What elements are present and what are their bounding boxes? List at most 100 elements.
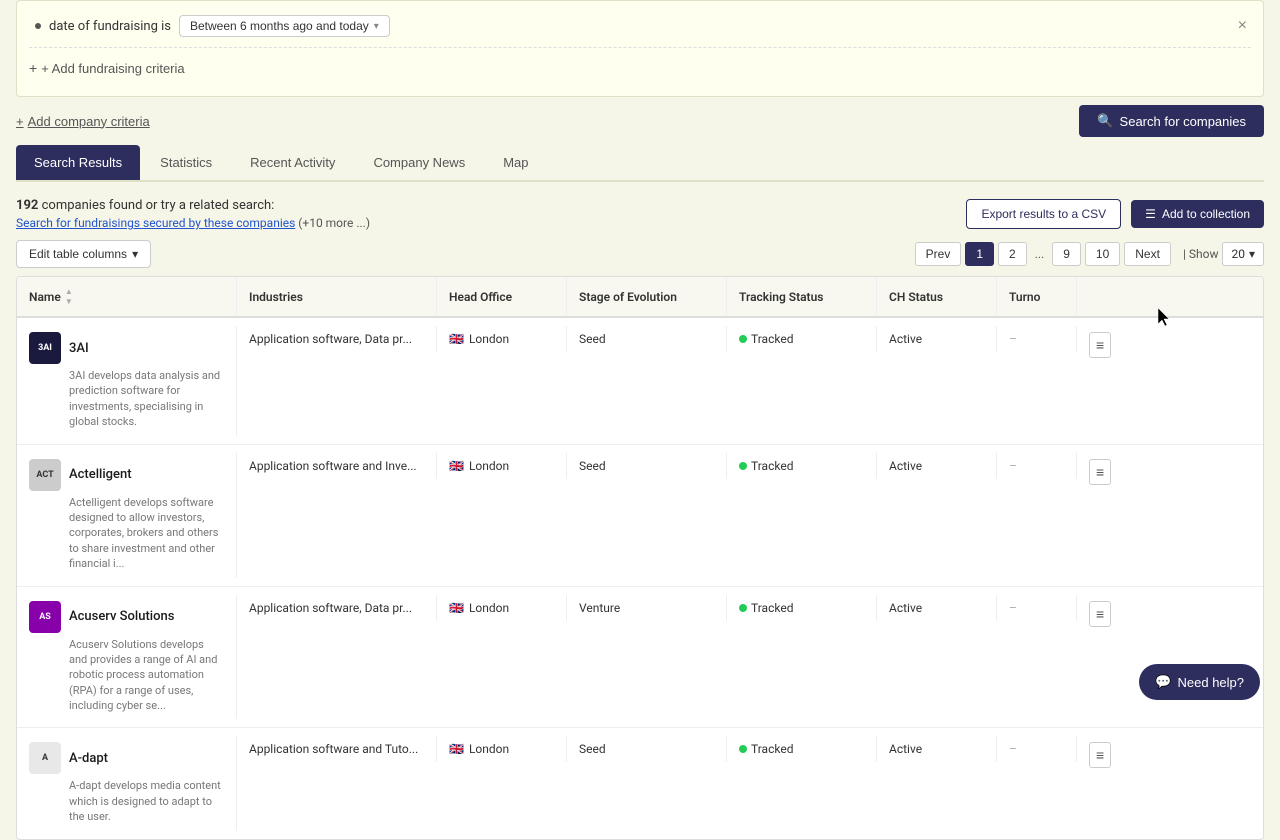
fundraisings-search-link[interactable]: Search for fundraisings secured by these… (16, 216, 295, 230)
column-ch-status: CH Status (877, 277, 997, 316)
filter-value-pill[interactable]: Between 6 months ago and today ▾ (179, 15, 390, 37)
company-ch-status-1: Active (877, 453, 997, 479)
results-subtext: Search for fundraisings secured by these… (16, 216, 370, 230)
company-actions-1: ≡ (1077, 453, 1117, 491)
company-description-2: Acuserv Solutions develops and provides … (29, 637, 224, 714)
tracking-label-0: Tracked (751, 332, 793, 346)
table-row-0[interactable]: 3AI 3AI 3AI develops data analysis and p… (17, 318, 1263, 444)
row-actions-button-1[interactable]: ≡ (1089, 459, 1111, 485)
tab-search-results[interactable]: Search Results (16, 145, 140, 180)
company-name-text-3: A-dapt (69, 751, 108, 766)
row-actions-button-0[interactable]: ≡ (1089, 332, 1111, 358)
column-head-office-label: Head Office (449, 290, 512, 304)
table-row: 3AI 3AI 3AI develops data analysis and p… (17, 318, 1263, 445)
company-location-2: 🇬🇧 London (437, 595, 567, 621)
column-turnover-label: Turno (1009, 290, 1040, 304)
flag-icon-0: 🇬🇧 (449, 332, 464, 346)
tracking-label-3: Tracked (751, 742, 793, 756)
collection-icon: ☰ (1145, 207, 1156, 221)
show-label: | Show (1183, 247, 1219, 261)
add-fundraising-button[interactable]: + + Add fundraising criteria (29, 54, 185, 82)
table-row-1[interactable]: ACT Actelligent Actelligent develops sof… (17, 445, 1263, 586)
company-industries-0: Application software, Data pr... (237, 326, 437, 352)
show-per-page-select[interactable]: 20 ▾ (1222, 242, 1264, 266)
page-10-button[interactable]: 10 (1085, 242, 1120, 266)
company-logo-1: ACT (29, 459, 61, 491)
company-industries-2: Application software, Data pr... (237, 595, 437, 621)
row-actions-button-2[interactable]: ≡ (1089, 601, 1111, 627)
tracked-dot-3 (739, 745, 747, 753)
close-filter-button[interactable]: × (1234, 17, 1251, 35)
chat-icon: 💬 (1155, 674, 1171, 690)
company-tracking-3: Tracked (727, 736, 877, 762)
search-companies-label: Search for companies (1120, 114, 1246, 129)
plus-icon: + (29, 60, 37, 76)
tab-recent-activity[interactable]: Recent Activity (232, 145, 353, 180)
need-help-button[interactable]: 💬 Need help? (1139, 664, 1260, 700)
city-text-3: London (469, 742, 509, 756)
page-2-button[interactable]: 2 (998, 242, 1027, 266)
tracked-dot-0 (739, 335, 747, 343)
company-location-3: 🇬🇧 London (437, 736, 567, 762)
sort-icons-name: ▲ ▼ (65, 287, 73, 306)
company-turnover-0: – (997, 326, 1077, 352)
company-name-text-0: 3AI (69, 341, 89, 356)
company-ch-status-2: Active (877, 595, 997, 621)
filter-value-text: Between 6 months ago and today (190, 19, 369, 33)
tab-company-news[interactable]: Company News (355, 145, 483, 180)
company-logo-0: 3AI (29, 332, 61, 364)
page-1-button[interactable]: 1 (965, 242, 994, 266)
city-text-0: London (469, 332, 509, 346)
row-actions-button-3[interactable]: ≡ (1089, 742, 1111, 768)
table-header: Name ▲ ▼ Industries Head Office Stage of… (17, 277, 1263, 318)
tab-map[interactable]: Map (485, 145, 546, 180)
filter-section: date of fundraising is Between 6 months … (16, 0, 1264, 137)
table-row-2[interactable]: AS Acuserv Solutions Acuserv Solutions d… (17, 587, 1263, 728)
sort-asc-icon: ▲ (65, 287, 73, 296)
company-description-0: 3AI develops data analysis and predictio… (29, 368, 224, 430)
company-industries-3: Application software and Tuto... (237, 736, 437, 762)
add-to-collection-button[interactable]: ☰ Add to collection (1131, 200, 1264, 228)
tracking-label-2: Tracked (751, 601, 793, 615)
column-name[interactable]: Name ▲ ▼ (17, 277, 237, 316)
table-row: ACT Actelligent Actelligent develops sof… (17, 445, 1263, 587)
next-page-button[interactable]: Next (1124, 242, 1171, 266)
flag-icon-3: 🇬🇧 (449, 742, 464, 756)
toolbar-row: Edit table columns ▾ Prev 1 2 ... 9 10 N… (16, 240, 1264, 268)
company-actions-3: ≡ (1077, 736, 1117, 774)
company-tracking-1: Tracked (727, 453, 877, 479)
column-name-label: Name (29, 290, 61, 304)
need-help-label: Need help? (1178, 675, 1245, 690)
table-row-3[interactable]: A A-dapt A-dapt develops media content w… (17, 728, 1263, 838)
column-industries: Industries (237, 277, 437, 316)
table-row: AS Acuserv Solutions Acuserv Solutions d… (17, 587, 1263, 729)
flag-icon-1: 🇬🇧 (449, 459, 464, 473)
show-value: 20 (1231, 247, 1245, 261)
export-csv-button[interactable]: Export results to a CSV (966, 199, 1121, 229)
tracked-dot-1 (739, 462, 747, 470)
search-companies-button[interactable]: 🔍 Search for companies (1079, 105, 1264, 137)
company-stage-3: Seed (567, 736, 727, 762)
company-name-cell-0: 3AI 3AI 3AI develops data analysis and p… (17, 326, 237, 436)
column-tracking: Tracking Status (727, 277, 877, 316)
company-name-cell-3: A A-dapt A-dapt develops media content w… (17, 736, 237, 830)
pagination: Prev 1 2 ... 9 10 Next | Show 20 ▾ (915, 242, 1264, 266)
company-description-1: Actelligent develops software designed t… (29, 495, 224, 572)
table-row: A A-dapt A-dapt develops media content w… (17, 728, 1263, 838)
company-ch-status-3: Active (877, 736, 997, 762)
tab-statistics[interactable]: Statistics (142, 145, 230, 180)
prev-page-button[interactable]: Prev (915, 242, 962, 266)
company-location-0: 🇬🇧 London (437, 326, 567, 352)
plus-icon-company: + (16, 114, 24, 129)
add-company-criteria-button[interactable]: + Add company criteria (16, 114, 150, 129)
chevron-down-icon: ▾ (374, 21, 379, 32)
company-description-3: A-dapt develops media content which is d… (29, 778, 224, 824)
results-actions: Export results to a CSV ☰ Add to collect… (966, 199, 1264, 229)
company-turnover-2: – (997, 595, 1077, 621)
company-turnover-1: – (997, 453, 1077, 479)
sort-desc-icon: ▼ (65, 297, 73, 306)
page-9-button[interactable]: 9 (1052, 242, 1081, 266)
city-text-1: London (469, 459, 509, 473)
column-ch-status-label: CH Status (889, 290, 943, 304)
edit-columns-button[interactable]: Edit table columns ▾ (16, 240, 151, 268)
